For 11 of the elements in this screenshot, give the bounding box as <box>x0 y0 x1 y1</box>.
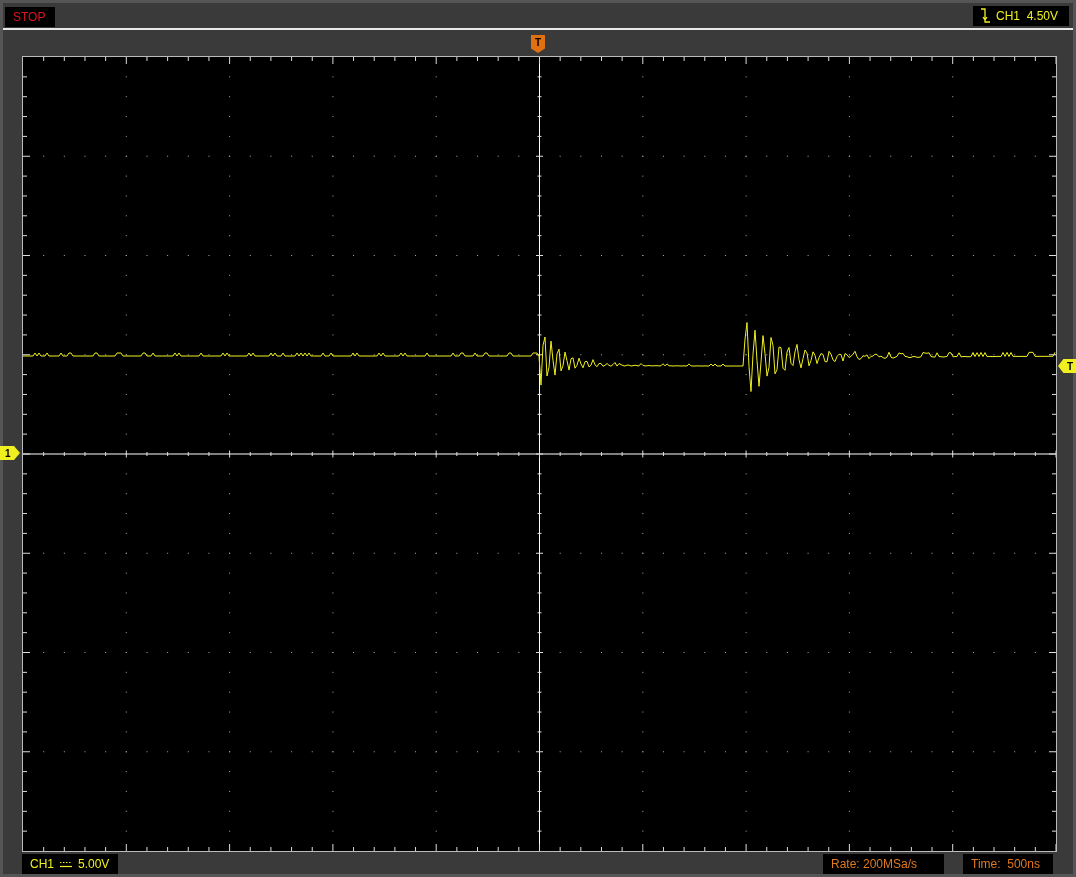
run-state-indicator: STOP <box>5 6 55 27</box>
trigger-level-text: CH1 4.50V <box>996 8 1059 23</box>
dc-coupling-icon <box>60 860 72 868</box>
timebase-readout: Time: 500ns <box>963 854 1053 874</box>
channel-scale: 5.00V <box>78 857 110 871</box>
trigger-level-marker[interactable]: T <box>1058 359 1076 373</box>
falling-edge-icon <box>981 8 990 23</box>
trigger-position-marker[interactable]: T <box>531 35 545 53</box>
channel-name: CH1 <box>30 857 54 871</box>
channel-ground-marker[interactable]: 1 <box>0 446 20 460</box>
sample-rate-readout: Rate: 200MSa/s <box>823 854 944 874</box>
